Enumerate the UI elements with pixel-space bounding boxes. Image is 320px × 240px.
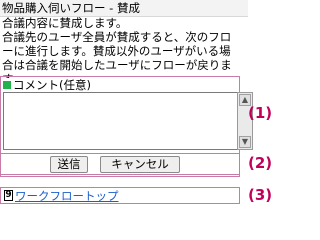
- workflow-top-link[interactable]: ワークフロートップ: [15, 189, 119, 203]
- cancel-button[interactable]: キャンセル: [100, 156, 180, 173]
- comment-label: コメント(任意): [3, 78, 91, 92]
- description-line: 合議内容に賛成します。: [2, 16, 128, 30]
- annotation-3: (3): [248, 186, 273, 204]
- arrow-down-icon[interactable]: ▼: [239, 136, 251, 148]
- description-line: 合議先のユーザ全員が賛成すると、次のフロ: [2, 30, 232, 44]
- mobile-screen: 物品購入伺いフロー - 賛成 合議内容に賛成します。 合議先のユーザ全員が賛成す…: [0, 0, 253, 211]
- description-line: 合は合議を開始したユーザにフローが戻りま: [2, 58, 232, 72]
- annotation-2: (2): [248, 154, 273, 172]
- footer-section: 9 ワークフロートップ: [0, 187, 240, 204]
- description: 合議内容に賛成します。 合議先のユーザ全員が賛成すると、次のフロ ーに進行します…: [2, 16, 244, 78]
- button-section: 送信 キャンセル: [0, 153, 240, 175]
- page-title: 物品購入伺いフロー - 賛成: [0, 0, 248, 17]
- comment-textarea[interactable]: ▲ ▼: [3, 92, 253, 150]
- green-square-icon: [3, 81, 11, 89]
- comment-label-text: コメント(任意): [13, 78, 91, 92]
- key-9-icon: 9: [4, 190, 13, 201]
- description-line: ーに進行します。賛成以外のユーザがいる場: [2, 44, 231, 58]
- annotation-1: (1): [248, 104, 273, 122]
- submit-button[interactable]: 送信: [50, 156, 88, 173]
